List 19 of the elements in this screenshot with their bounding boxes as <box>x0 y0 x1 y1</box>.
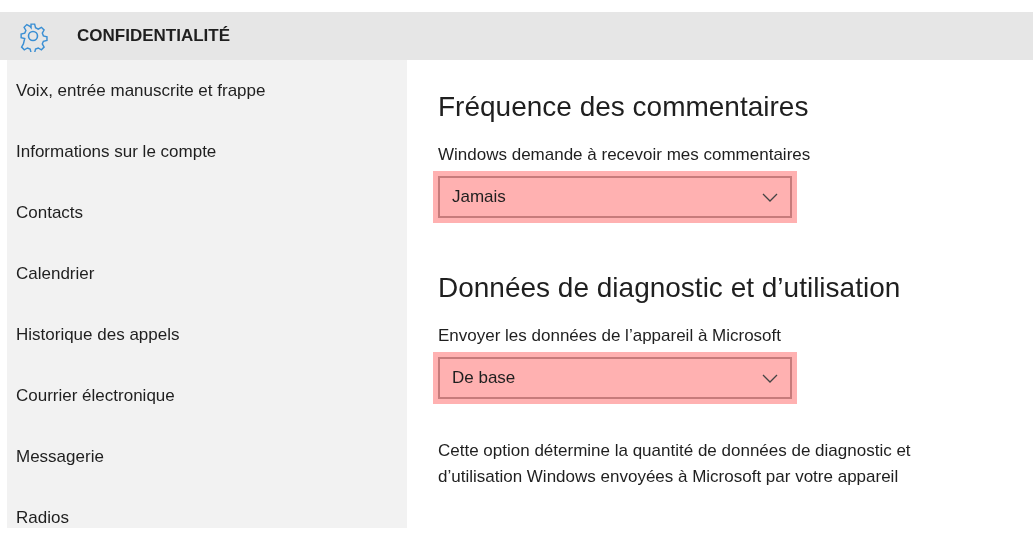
dropdown[interactable]: De base <box>438 357 792 400</box>
section-heading: Données de diagnostic et d’utilisation <box>438 271 902 305</box>
section-heading: Fréquence des commentaires <box>438 90 810 124</box>
sidebar-item[interactable]: Messagerie <box>16 447 104 466</box>
setting-label: Windows demande à recevoir mes commentaires <box>438 144 811 164</box>
sidebar-item[interactable]: Historique des appels <box>16 325 180 344</box>
dropdown[interactable]: Jamais <box>438 176 792 219</box>
description-text: Cette option détermine la quantité de données de diagnostic et d’utilisation Windows envoyées à Microsoft par votre appareil <box>438 440 912 489</box>
page-title: CONFIDENTIALITÉ <box>77 25 230 48</box>
sidebar-item[interactable]: Calendrier <box>16 264 95 283</box>
chevron-down-icon <box>762 192 778 202</box>
settings-icon <box>17 20 49 52</box>
sidebar-item[interactable]: Voix, entrée manuscrite et frappe <box>16 81 266 100</box>
sidebar-item[interactable]: Informations sur le compte <box>16 142 217 161</box>
sidebar-item[interactable]: Radios <box>16 508 69 527</box>
sidebar-item[interactable]: Courrier électronique <box>16 386 175 405</box>
setting-label: Envoyer les données de l’appareil à Microsoft <box>438 325 782 345</box>
sidebar-item[interactable]: Contacts <box>16 203 84 222</box>
chevron-down-icon <box>762 373 778 383</box>
